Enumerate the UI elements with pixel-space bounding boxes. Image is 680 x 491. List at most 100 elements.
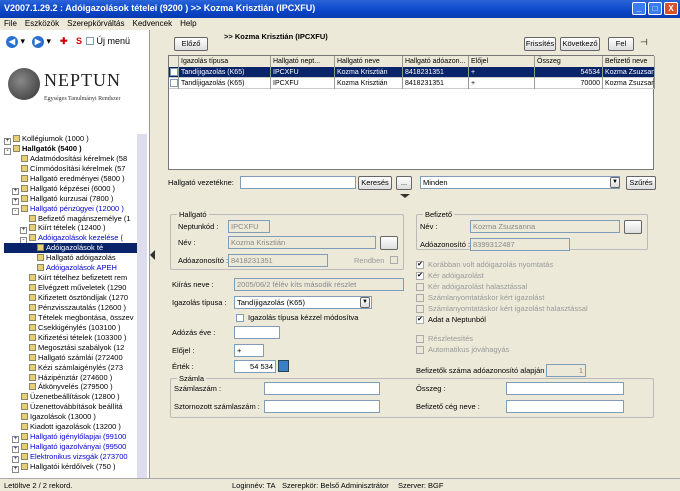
sign-field[interactable]: + [234,344,264,357]
option-checkbox[interactable] [416,305,424,313]
tree-item[interactable]: Hallgató eredményei (5800 ) [4,174,146,184]
menu-favorites[interactable]: Kedvencek [128,18,176,28]
option-checkbox[interactable] [416,335,424,343]
tree-item[interactable]: + Hallgató igénylőlapjai (99100 [4,432,146,444]
tree-item[interactable]: Elvégzett műveletek (1290 [4,283,146,293]
filter-button[interactable]: Szűrés [626,176,656,190]
tree-item[interactable]: - Hallgató pénzügyei (12000 ) [4,204,146,215]
forward-button[interactable]: ▶ ▾ [32,34,51,48]
payer-count-field[interactable]: 1 [546,364,586,377]
tree-item[interactable]: + Hallgató kurzusai (7800 ) [4,194,146,205]
filter-dropdown-icon[interactable]: ▼ [610,177,620,188]
listing-name-field[interactable]: 2005/06/2 félév kíts második részlet [234,278,404,291]
cert-type-select[interactable]: Tandíjigazolás (K65) [234,296,372,309]
menu-help[interactable]: Help [176,18,200,28]
tree-item[interactable]: Hallgató adóigazolás [4,253,146,263]
tree-item[interactable]: Megosztási szabályok (12 [4,343,146,353]
amount-field[interactable] [506,382,624,395]
close-button[interactable]: X [664,2,678,15]
filter-select[interactable]: Minden [420,176,620,189]
tree-item[interactable]: Címmódosítási kérelmek (57 [4,164,146,174]
grid-header-select[interactable] [169,56,179,67]
payer-name-field[interactable]: Kozma Zsuzsanna [470,220,620,233]
grid-header-cell[interactable]: Igazolás típusa [179,56,271,67]
cert-type-manual-checkbox[interactable] [236,314,244,322]
value-field[interactable]: 54 534 [234,360,276,373]
tree-item[interactable]: Üzenetbeállítások (12800 ) [4,392,146,402]
neptun-code-field[interactable]: IPCXFU [228,220,270,233]
tree-item[interactable]: Tételek megbontása, összev [4,313,146,323]
tree-item[interactable]: Kiadott igazolások (13200 ) [4,422,146,432]
option-checkbox[interactable]: ✔ [416,261,424,269]
menu-tools[interactable]: Eszközök [21,18,63,28]
calculator-icon[interactable] [278,360,289,372]
tree-item[interactable]: Üzenettovábbítások beállítá [4,402,146,412]
option-checkbox[interactable] [416,283,424,291]
option-checkbox[interactable]: ✔ [416,316,424,324]
tree-item[interactable]: Hallgató számlái (272400 [4,353,146,363]
tree-item[interactable]: Kifizetési tételek (103300 ) [4,333,146,343]
tree-item[interactable]: + Hallgató igazolványai (99500 [4,442,146,454]
option-checkbox[interactable]: ✔ [416,272,424,280]
payer-lookup-button[interactable] [624,220,642,234]
tree-item[interactable]: + Kollégiumok (1000 ) [4,134,146,145]
grid-header-cell[interactable]: Hallgató nept... [271,56,335,67]
expand-icon[interactable]: + [12,465,19,473]
tree-scrollbar[interactable] [137,134,147,491]
row-checkbox[interactable] [170,68,178,76]
refresh-button[interactable]: Frissítés [524,37,556,51]
payer-taxid-field[interactable]: 8399312487 [470,238,570,251]
tree-item[interactable]: Adóigazolások APEH [4,263,146,273]
tree-item[interactable]: Kézi számlaigénylés (273 [4,363,146,373]
tree-item[interactable]: + Hallgató képzései (6000 ) [4,184,146,195]
tree-item[interactable]: Csekkigénylés (103100 ) [4,323,146,333]
tree-item[interactable]: Kifizetett ösztöndíjak (1270 [4,293,146,303]
ok-checkbox[interactable] [390,256,398,264]
invoice-number-field[interactable] [264,382,380,395]
tree-item[interactable]: Átkönyvelés (279500 ) [4,382,146,392]
tree-item[interactable]: + Kiírt tételek (12400 ) [4,223,146,235]
pane-splitter[interactable] [150,30,156,478]
tree-item[interactable]: - Hallgatók (5400 ) [4,144,146,155]
tree-item[interactable]: + Elektronikus vizsgák (273700 [4,452,146,463]
table-row[interactable]: Tandíjigazolás (K65) IPCXFU Kozma Kriszt… [169,67,655,78]
tree-item[interactable]: Pénzvisszautalás (12600 ) [4,303,146,313]
tree-item[interactable]: + Hallgatói kérdőívek (750 ) [4,462,146,473]
minimize-button[interactable]: _ [632,2,646,15]
student-lookup-button[interactable] [380,236,398,250]
new-menu-toggle[interactable]: Új menü [86,34,130,48]
table-row[interactable]: Tandíjigazolás (K65) IPCXFU Kozma Kriszt… [169,78,655,89]
student-taxid-field[interactable]: 8418231351 [228,254,328,267]
payer-company-field[interactable] [506,400,624,413]
menu-file[interactable]: File [0,18,21,28]
cert-type-dropdown-icon[interactable]: ▼ [360,297,370,308]
tree-item[interactable]: - Adóigazolások kezelése ( [4,233,146,245]
tree-item[interactable]: Kiírt tételhez befizetett rem [4,273,146,283]
row-selector[interactable] [169,78,179,89]
search-button[interactable]: Keresés [358,176,392,190]
tree-item[interactable]: Adóigazolások té [4,243,146,254]
row-checkbox[interactable] [170,79,178,87]
s-icon[interactable]: S [76,34,82,48]
menu-role-switch[interactable]: Szerepkörváltás [63,18,128,28]
student-name-field[interactable]: Kozma Krisztián [228,236,376,249]
search-options-button[interactable]: ... [396,176,412,190]
collapse-arrow-icon[interactable] [150,250,155,260]
back-button[interactable]: ◀ ▾ [6,34,25,48]
grid-header-cell[interactable]: Hallgató adóazon... [403,56,469,67]
prev-button[interactable]: Előző [174,37,208,51]
option-checkbox[interactable] [416,294,424,302]
refresh-nav-icon[interactable]: ✚ [60,34,68,48]
next-button[interactable]: Következő [560,37,600,51]
grid-header-cell[interactable]: Befizető neve [603,56,655,67]
tree-item[interactable]: Házipénztár (274600 ) [4,373,146,383]
tree-item[interactable]: Adatmódosítási kérelmek (58 [4,154,146,164]
row-selector[interactable] [169,67,179,78]
search-input[interactable] [240,176,356,189]
grid-header-cell[interactable]: Összeg [535,56,603,67]
grid-header-cell[interactable]: Előjel [469,56,535,67]
grid-header-cell[interactable]: Hallgató neve [335,56,403,67]
new-menu-checkbox[interactable] [86,37,94,45]
up-button[interactable]: Fel [608,37,634,51]
option-checkbox[interactable] [416,346,424,354]
